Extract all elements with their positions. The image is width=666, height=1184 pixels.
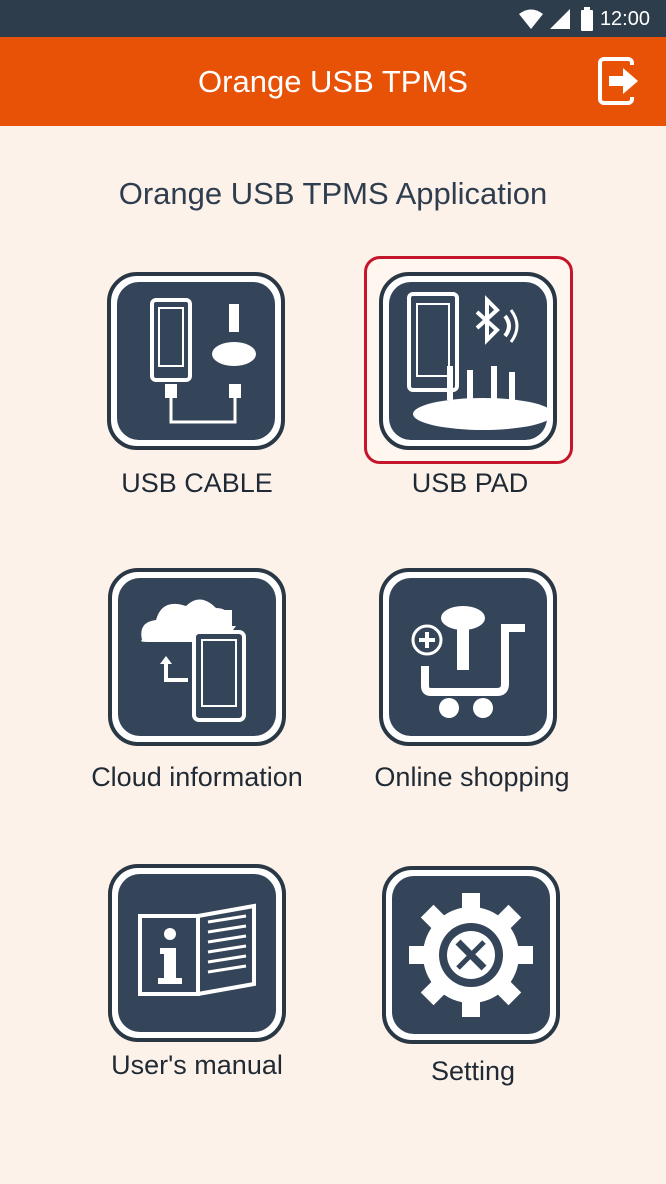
shopping-cart-icon	[379, 568, 557, 746]
tile-label: User's manual	[111, 1050, 283, 1080]
exit-icon	[598, 57, 639, 105]
tile-usb-cable[interactable]: USB CABLE	[82, 270, 312, 510]
tile-setting[interactable]: Setting	[358, 864, 588, 1094]
manual-icon	[108, 864, 286, 1042]
tile-label: Online shopping	[374, 762, 570, 792]
app-bar: Orange USB TPMS	[0, 37, 666, 126]
wifi-icon	[518, 9, 543, 29]
usb-pad-icon	[379, 272, 557, 450]
usb-cable-icon	[107, 272, 285, 450]
status-bar: 12:00	[0, 0, 666, 37]
tile-label: USB CABLE	[121, 468, 273, 498]
status-icons: 12:00	[518, 5, 650, 33]
tile-cloud-information[interactable]: Cloud information	[82, 566, 312, 806]
tile-label: USB PAD	[411, 468, 529, 498]
tile-users-manual[interactable]: User's manual	[82, 864, 312, 1094]
cloud-sync-icon	[108, 568, 286, 746]
tile-label: Cloud information	[91, 762, 303, 792]
cellular-signal-icon	[549, 9, 570, 29]
status-time: 12:00	[599, 7, 650, 30]
tile-label: Setting	[430, 1056, 516, 1086]
exit-button[interactable]	[597, 56, 643, 108]
tile-usb-pad[interactable]: USB PAD	[355, 270, 585, 510]
page-heading: Orange USB TPMS Application	[118, 176, 548, 211]
battery-icon	[580, 7, 593, 31]
app-title: Orange USB TPMS	[198, 64, 468, 99]
settings-gear-icon	[382, 866, 560, 1044]
tile-online-shopping[interactable]: Online shopping	[357, 566, 587, 806]
